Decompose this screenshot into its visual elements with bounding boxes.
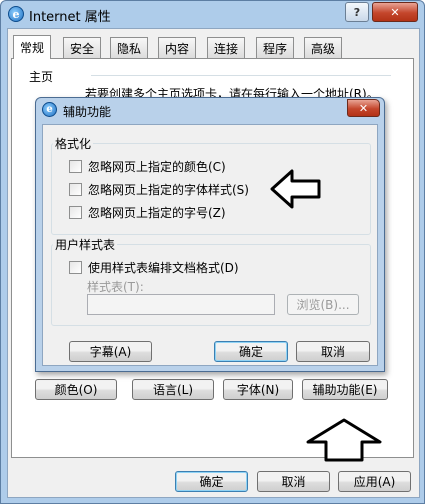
tab-programs[interactable]: 程序 (256, 37, 295, 58)
internet-explorer-icon: e (8, 6, 24, 22)
tab-security[interactable]: 安全 (63, 37, 102, 58)
ignore-font-styles-option[interactable]: 忽略网页上指定的字体样式(S) (69, 181, 249, 198)
use-stylesheet-label: 使用样式表编排文档格式(D) (88, 261, 239, 275)
section-divider (91, 75, 391, 76)
apply-button[interactable]: 应用(A) (338, 471, 411, 492)
accessibility-button[interactable]: 辅助功能(E) (302, 379, 388, 400)
ignore-font-sizes-checkbox[interactable] (69, 206, 82, 219)
accessibility-dialog: e 辅助功能 ✕ 格式化 忽略网页上指定的颜色(C) 忽略网页上指定的字体样式(… (35, 97, 385, 372)
ignore-colors-option[interactable]: 忽略网页上指定的颜色(C) (69, 158, 226, 175)
dialog-close-button[interactable]: ✕ (347, 99, 380, 117)
tab-content[interactable]: 内容 (158, 37, 197, 58)
formatting-group-label: 格式化 (53, 135, 94, 152)
browse-button[interactable]: 浏览(B)... (287, 294, 359, 315)
captions-button[interactable]: 字幕(A) (69, 341, 152, 362)
window-title: Internet 属性 (29, 10, 111, 25)
tab-general[interactable]: 常规 (13, 35, 52, 59)
window-close-button[interactable]: ✕ (372, 2, 418, 22)
tab-connections[interactable]: 连接 (207, 37, 246, 58)
use-stylesheet-option[interactable]: 使用样式表编排文档格式(D) (69, 259, 239, 276)
colors-button[interactable]: 颜色(O) (35, 379, 117, 400)
fonts-button[interactable]: 字体(N) (223, 379, 293, 400)
ignore-colors-checkbox[interactable] (69, 160, 82, 173)
user-stylesheet-group-label: 用户样式表 (53, 236, 118, 253)
stylesheet-field-label: 样式表(T): (87, 280, 144, 294)
tab-privacy[interactable]: 隐私 (110, 37, 149, 58)
dialog-body: 格式化 忽略网页上指定的颜色(C) 忽略网页上指定的字体样式(S) 忽略网页上指… (42, 124, 378, 366)
ignore-font-sizes-label: 忽略网页上指定的字号(Z) (88, 206, 226, 220)
ignore-font-styles-checkbox[interactable] (69, 183, 82, 196)
ignore-colors-label: 忽略网页上指定的颜色(C) (88, 160, 226, 174)
ignore-font-sizes-option[interactable]: 忽略网页上指定的字号(Z) (69, 204, 226, 221)
tab-advanced[interactable]: 高级 (304, 37, 343, 58)
cancel-button[interactable]: 取消 (257, 471, 330, 492)
use-stylesheet-checkbox[interactable] (69, 261, 82, 274)
help-button[interactable]: ? (345, 2, 369, 22)
up-arrow-icon (306, 418, 382, 462)
dialog-ok-button[interactable]: 确定 (214, 341, 288, 362)
languages-button[interactable]: 语言(L) (132, 379, 214, 400)
homepage-section-label: 主页 (29, 70, 54, 84)
ignore-font-styles-label: 忽略网页上指定的字体样式(S) (88, 183, 249, 197)
internet-explorer-icon: e (42, 102, 57, 117)
stylesheet-path-input[interactable] (87, 294, 275, 315)
left-arrow-icon (270, 169, 321, 209)
dialog-title: 辅助功能 (63, 105, 112, 119)
ok-button[interactable]: 确定 (175, 471, 248, 492)
dialog-cancel-button[interactable]: 取消 (296, 341, 370, 362)
